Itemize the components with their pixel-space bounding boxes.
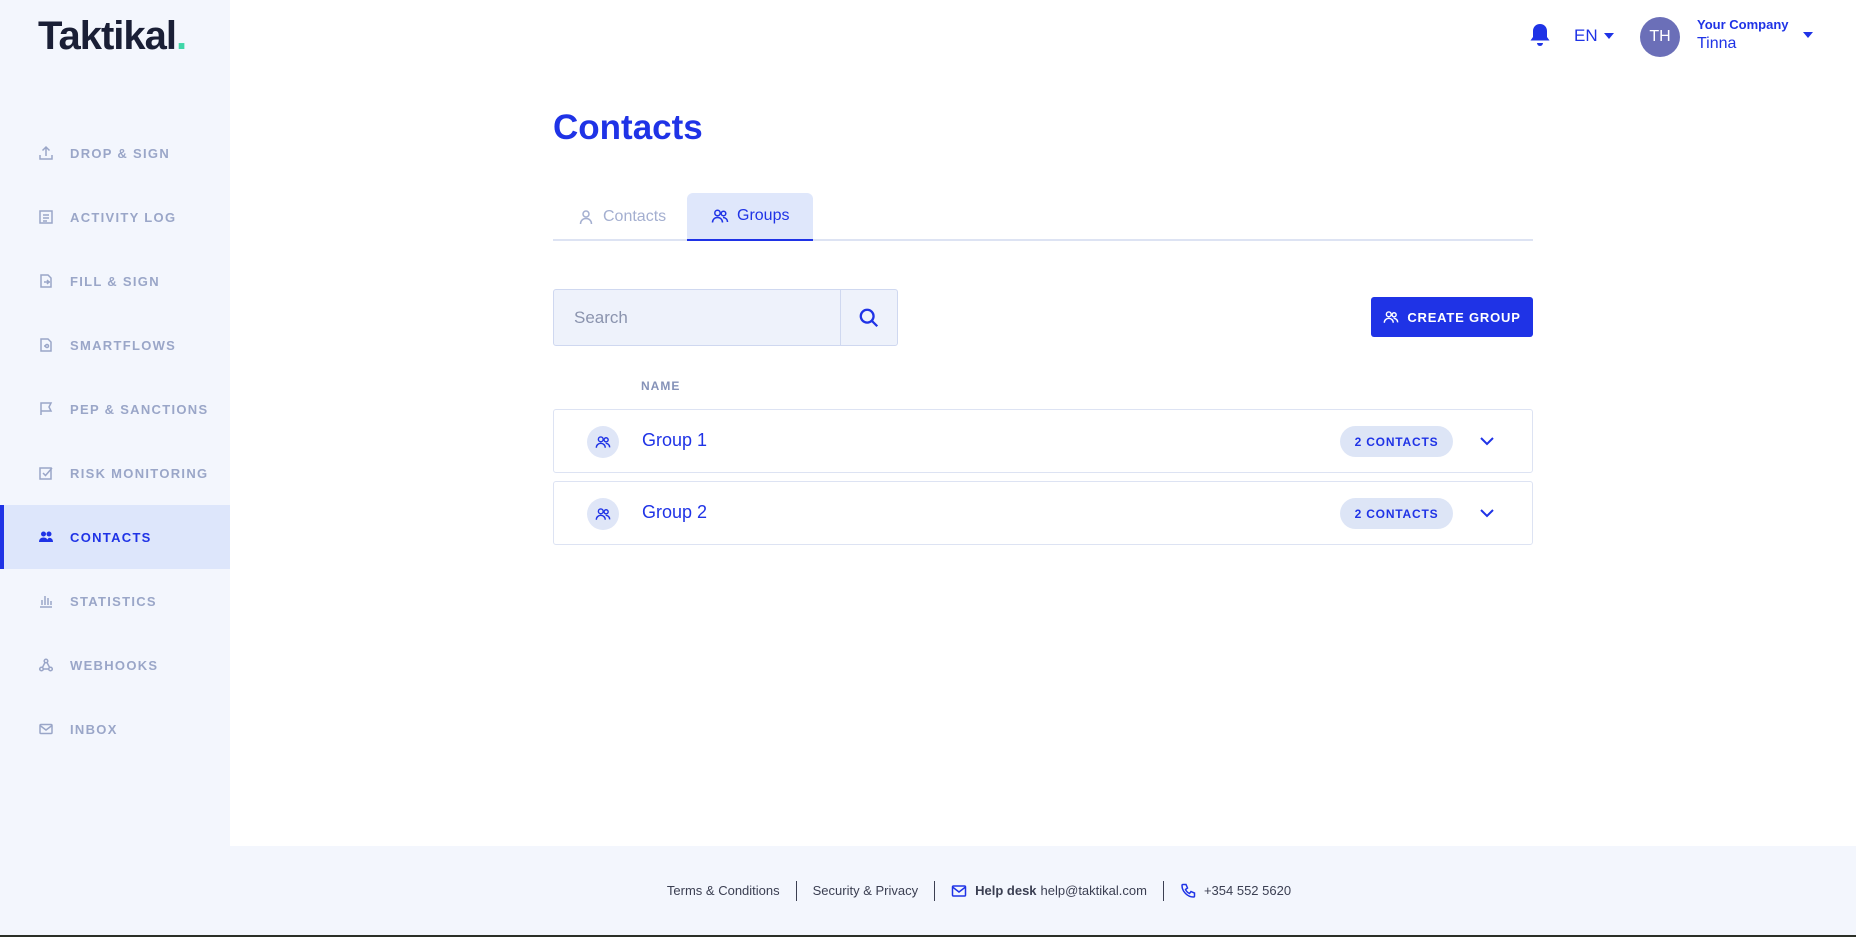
- user-name: Tinna: [1697, 35, 1737, 52]
- tab-label: Contacts: [603, 208, 667, 225]
- contacts-count-badge: 2 CONTACTS: [1340, 498, 1453, 529]
- tab-bar: Contacts Groups: [553, 193, 1533, 241]
- mail-icon: [951, 884, 967, 897]
- create-group-button[interactable]: CREATE GROUP: [1371, 297, 1533, 337]
- tab-label: Groups: [737, 207, 790, 224]
- search-input[interactable]: [554, 290, 840, 345]
- footer: Terms & Conditions Security & Privacy He…: [230, 846, 1856, 935]
- helpdesk-email: help@taktikal.com: [1040, 883, 1147, 898]
- column-header-name[interactable]: NAME: [641, 379, 680, 393]
- tab-contacts[interactable]: Contacts: [553, 193, 690, 241]
- sidebar-item-label: RISK MONITORING: [70, 465, 209, 481]
- group-name: Group 2: [642, 502, 708, 522]
- sidebar-item-pep-sanctions[interactable]: PEP & SANCTIONS: [0, 377, 230, 441]
- sidebar-item-drop-sign[interactable]: DROP & SIGN: [0, 121, 230, 185]
- sidebar-item-label: CONTACTS: [70, 529, 152, 545]
- sidebar-item-label: STATISTICS: [70, 593, 157, 609]
- flag-icon: [38, 401, 54, 417]
- phone-number: +354 552 5620: [1203, 883, 1292, 898]
- phone-icon: [1181, 883, 1196, 898]
- sidebar-item-label: SMARTFLOWS: [70, 337, 177, 353]
- group-avatar: [587, 498, 619, 530]
- chevron-down-icon[interactable]: [1478, 432, 1496, 450]
- sidebar-item-risk-monitoring[interactable]: RISK MONITORING: [0, 441, 230, 505]
- avatar[interactable]: TH: [1640, 17, 1680, 57]
- contacts-count-badge: 2 CONTACTS: [1340, 426, 1453, 457]
- group-icon: [711, 209, 729, 223]
- checkbox-icon: [38, 465, 54, 481]
- mail-icon: [38, 721, 54, 737]
- webhook-icon: [38, 657, 54, 673]
- sidebar-item-contacts[interactable]: CONTACTS: [0, 505, 230, 569]
- search-button[interactable]: [840, 290, 897, 345]
- company-name: Your Company: [1697, 17, 1789, 32]
- upload-icon: [38, 145, 54, 161]
- tab-groups[interactable]: Groups: [687, 193, 814, 241]
- logo-dot: .: [176, 14, 187, 58]
- chevron-down-icon[interactable]: [1478, 504, 1496, 522]
- sidebar-item-label: DROP & SIGN: [70, 145, 171, 161]
- caret-down-icon: [1603, 33, 1614, 39]
- logo-text: Taktikal: [38, 14, 177, 58]
- log-icon: [38, 209, 54, 225]
- group-name: Group 1: [642, 430, 708, 450]
- sidebar-item-label: WEBHOOKS: [70, 657, 159, 673]
- group-icon: [595, 508, 611, 520]
- footer-links: Terms & Conditions Security & Privacy He…: [651, 880, 1307, 901]
- account-caret-icon[interactable]: [1803, 32, 1813, 38]
- sidebar-item-fill-sign[interactable]: FILL & SIGN: [0, 249, 230, 313]
- notifications-bell-icon[interactable]: [1528, 22, 1552, 48]
- bar-chart-icon: [38, 593, 54, 609]
- sidebar-item-label: FILL & SIGN: [70, 273, 160, 289]
- logo[interactable]: Taktikal.: [38, 14, 187, 59]
- group-icon: [595, 436, 611, 448]
- sidebar-item-label: PEP & SANCTIONS: [70, 401, 209, 417]
- fill-sign-icon: [38, 273, 54, 289]
- sidebar-item-statistics[interactable]: STATISTICS: [0, 569, 230, 633]
- create-group-label: CREATE GROUP: [1407, 309, 1521, 325]
- sidebar-item-smartflows[interactable]: SMARTFLOWS: [0, 313, 230, 377]
- helpdesk-link[interactable]: Help desk help@taktikal.com: [935, 883, 1163, 899]
- people-icon: [38, 529, 54, 545]
- language-selector[interactable]: EN: [1574, 26, 1614, 46]
- smartflow-icon: [38, 337, 54, 353]
- phone-link[interactable]: +354 552 5620: [1164, 883, 1307, 899]
- search-icon: [859, 308, 879, 327]
- helpdesk-label: Help desk: [975, 883, 1037, 898]
- group-avatar: [587, 426, 619, 458]
- security-link[interactable]: Security & Privacy: [797, 883, 934, 898]
- app-window: Taktikal. DROP & SIGN ACTIVITY LOG FILL …: [0, 0, 1856, 935]
- account-menu[interactable]: Your Company Tinna: [1697, 17, 1789, 53]
- sidebar: Taktikal. DROP & SIGN ACTIVITY LOG FILL …: [0, 0, 230, 935]
- language-label: EN: [1574, 26, 1598, 45]
- page-title: Contacts: [553, 108, 703, 147]
- person-icon: [579, 210, 593, 225]
- search-box: [553, 289, 898, 346]
- table-row[interactable]: Group 1 2 CONTACTS: [553, 409, 1533, 473]
- sidebar-item-label: INBOX: [70, 721, 118, 737]
- table-row[interactable]: Group 2 2 CONTACTS: [553, 481, 1533, 545]
- sidebar-item-activity-log[interactable]: ACTIVITY LOG: [0, 185, 230, 249]
- sidebar-item-label: ACTIVITY LOG: [70, 209, 177, 225]
- sidebar-nav: DROP & SIGN ACTIVITY LOG FILL & SIGN SMA…: [0, 121, 230, 761]
- sidebar-item-inbox[interactable]: INBOX: [0, 697, 230, 761]
- sidebar-item-webhooks[interactable]: WEBHOOKS: [0, 633, 230, 697]
- add-group-icon: [1383, 311, 1399, 323]
- terms-link[interactable]: Terms & Conditions: [651, 883, 796, 898]
